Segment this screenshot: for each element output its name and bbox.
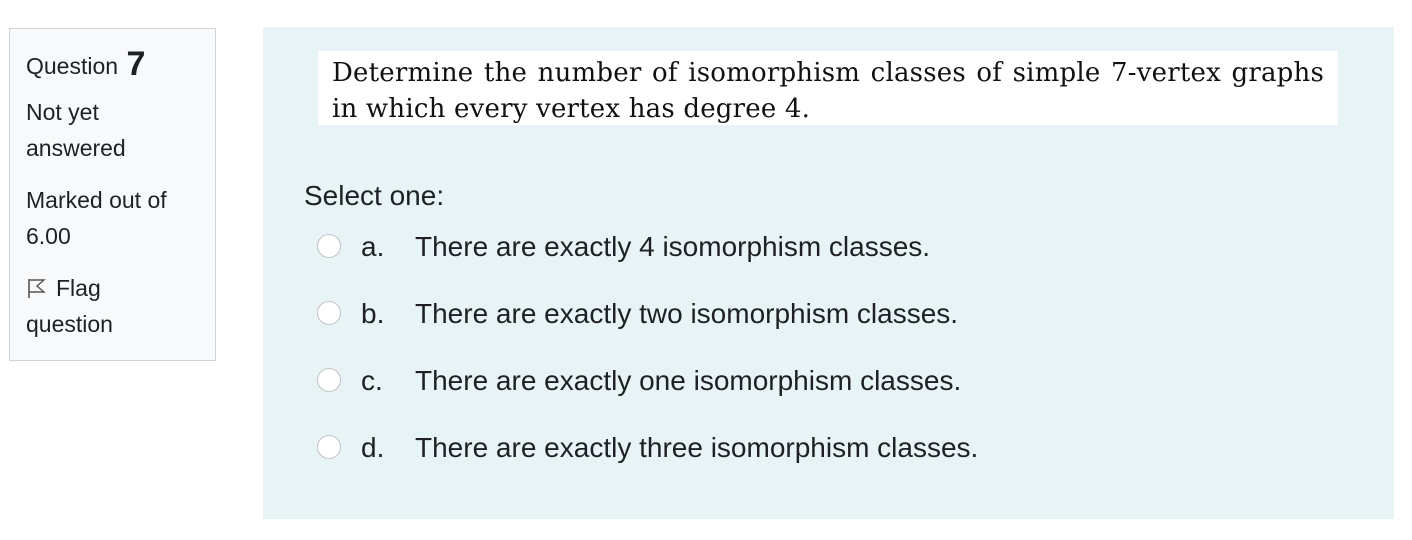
- flag-line-2: question: [26, 311, 113, 337]
- answer-text[interactable]: There are exactly three isomorphism clas…: [415, 431, 978, 465]
- grade-line-1: Marked out of: [26, 187, 167, 213]
- select-one-prompt: Select one:: [304, 180, 445, 211]
- question-state: Not yet answered: [26, 94, 199, 166]
- question-text: Determine the number of isomorphism clas…: [318, 51, 1338, 125]
- question-label: Question: [26, 53, 119, 79]
- answer-letter: b.: [361, 298, 385, 329]
- radio-button-b[interactable]: [317, 301, 341, 325]
- answer-text[interactable]: There are exactly one isomorphism classe…: [415, 364, 961, 398]
- answer-letter: d.: [361, 432, 385, 463]
- question-content: Determine the number of isomorphism clas…: [263, 27, 1394, 519]
- answer-text[interactable]: There are exactly two isomorphism classe…: [415, 297, 958, 331]
- flag-line-1: Flag: [56, 275, 101, 301]
- radio-button-c[interactable]: [317, 368, 341, 392]
- state-line-1: Not yet: [26, 99, 99, 125]
- radio-button-d[interactable]: [317, 435, 341, 459]
- quiz-page: Question 7 Not yet answered Marked out o…: [0, 0, 1412, 540]
- flag-icon: [26, 273, 48, 298]
- question-info-panel: Question 7 Not yet answered Marked out o…: [9, 28, 216, 361]
- answer-letter: c.: [361, 365, 383, 396]
- question-number-heading: Question 7: [26, 47, 199, 81]
- answer-text[interactable]: There are exactly 4 isomorphism classes.: [415, 230, 930, 264]
- flag-question-link[interactable]: Flag question: [26, 270, 199, 342]
- radio-button-a[interactable]: [317, 234, 341, 258]
- question-grade: Marked out of 6.00: [26, 182, 199, 254]
- state-line-2: answered: [26, 135, 126, 161]
- answer-letter: a.: [361, 231, 385, 262]
- grade-line-2: 6.00: [26, 223, 71, 249]
- question-number: 7: [126, 45, 146, 83]
